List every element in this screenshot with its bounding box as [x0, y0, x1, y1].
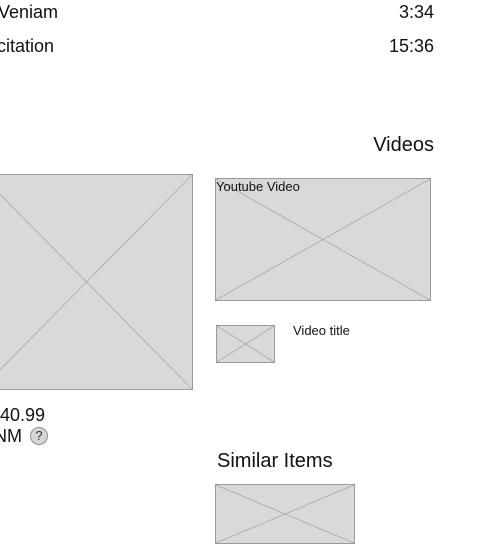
- similar-item-image[interactable]: [215, 484, 355, 544]
- track-duration: 15:36: [388, 36, 434, 56]
- image-placeholder-icon: [216, 485, 354, 543]
- track-duration: 3:34: [398, 2, 434, 22]
- video-thumbnail[interactable]: [216, 325, 275, 363]
- similar-items-heading: Similar Items: [217, 450, 333, 472]
- videos-heading: Videos: [373, 134, 434, 156]
- image-placeholder-icon: [0, 175, 192, 389]
- video-label: Youtube Video: [216, 179, 300, 194]
- product-price: $40.99: [0, 405, 46, 425]
- help-icon[interactable]: ?: [30, 427, 48, 445]
- product-image[interactable]: [0, 174, 193, 390]
- product-condition: NM: [0, 426, 22, 446]
- video-title[interactable]: Video title: [293, 323, 350, 339]
- track-title[interactable]: Veniam: [0, 1, 58, 23]
- video-placeholder-icon: [216, 179, 430, 300]
- youtube-video-player[interactable]: Youtube Video: [215, 178, 431, 301]
- thumbnail-placeholder-icon: [217, 326, 274, 362]
- track-title[interactable]: citation: [0, 35, 54, 57]
